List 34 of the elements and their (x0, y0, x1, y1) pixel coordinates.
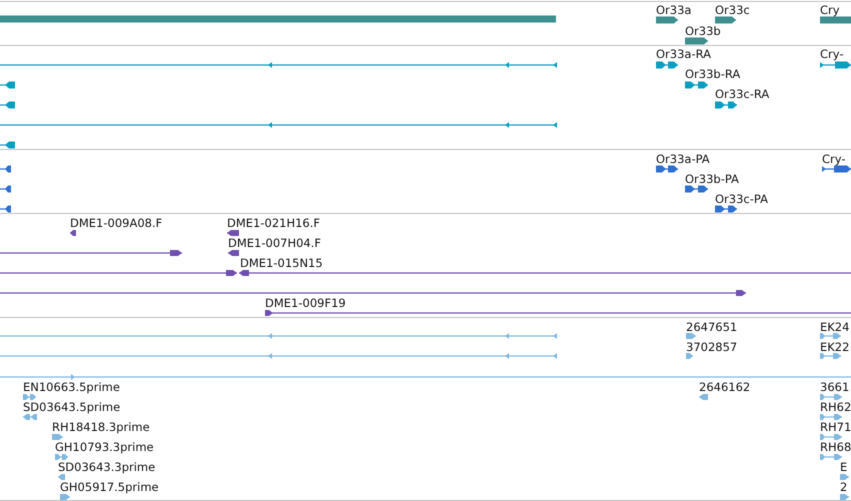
feature-label: DME1-009A08.F (70, 217, 162, 229)
feature-label: Or33b-RA (685, 68, 740, 80)
feature-label: GH05917.5prime (60, 481, 159, 493)
feature-label: DME1-015N15 (240, 257, 323, 269)
feature-label: 3702857 (686, 341, 738, 353)
feature-label: SD03643.3prime (58, 461, 156, 473)
feature-label: DME1-021H16.F (227, 217, 320, 229)
feature-label: DME1-009F19 (265, 297, 346, 309)
feature-label: RH68 (820, 441, 851, 453)
feature-label: RH71 (820, 421, 851, 433)
feature-label: Cry- (820, 48, 844, 60)
feature-label: SD03643.5prime (23, 401, 120, 413)
feature-label: E (840, 461, 848, 473)
feature-label: Or33c-RA (715, 88, 770, 100)
feature-label: Or33c (715, 4, 750, 16)
feature-label: DME1-007H04.F (228, 237, 322, 249)
feature-label: 2647651 (686, 321, 738, 333)
feature-label: RH62 (820, 401, 851, 413)
feature-label: RH18418.3prime (52, 421, 150, 433)
feature-label: 2646162 (699, 381, 750, 393)
feature-label: Cry (820, 4, 840, 16)
feature-label: GH10793.3prime (55, 441, 154, 453)
feature-label: EK22 (820, 341, 850, 353)
feature-label: Or33b-PA (685, 173, 739, 185)
feature-label: Or33b (685, 25, 721, 37)
feature-label: EN10663.5prime (23, 381, 120, 393)
feature-label: Or33a-PA (656, 153, 710, 165)
feature-label: Or33a (656, 4, 692, 16)
feature-label: 3661 (820, 381, 850, 393)
feature-label: Or33a-RA (656, 48, 712, 60)
feature-label: Or33c-PA (715, 193, 768, 205)
feature-label: Cry- (822, 153, 846, 165)
feature-label: 2 (840, 481, 848, 493)
feature-label: EK24 (820, 321, 850, 333)
